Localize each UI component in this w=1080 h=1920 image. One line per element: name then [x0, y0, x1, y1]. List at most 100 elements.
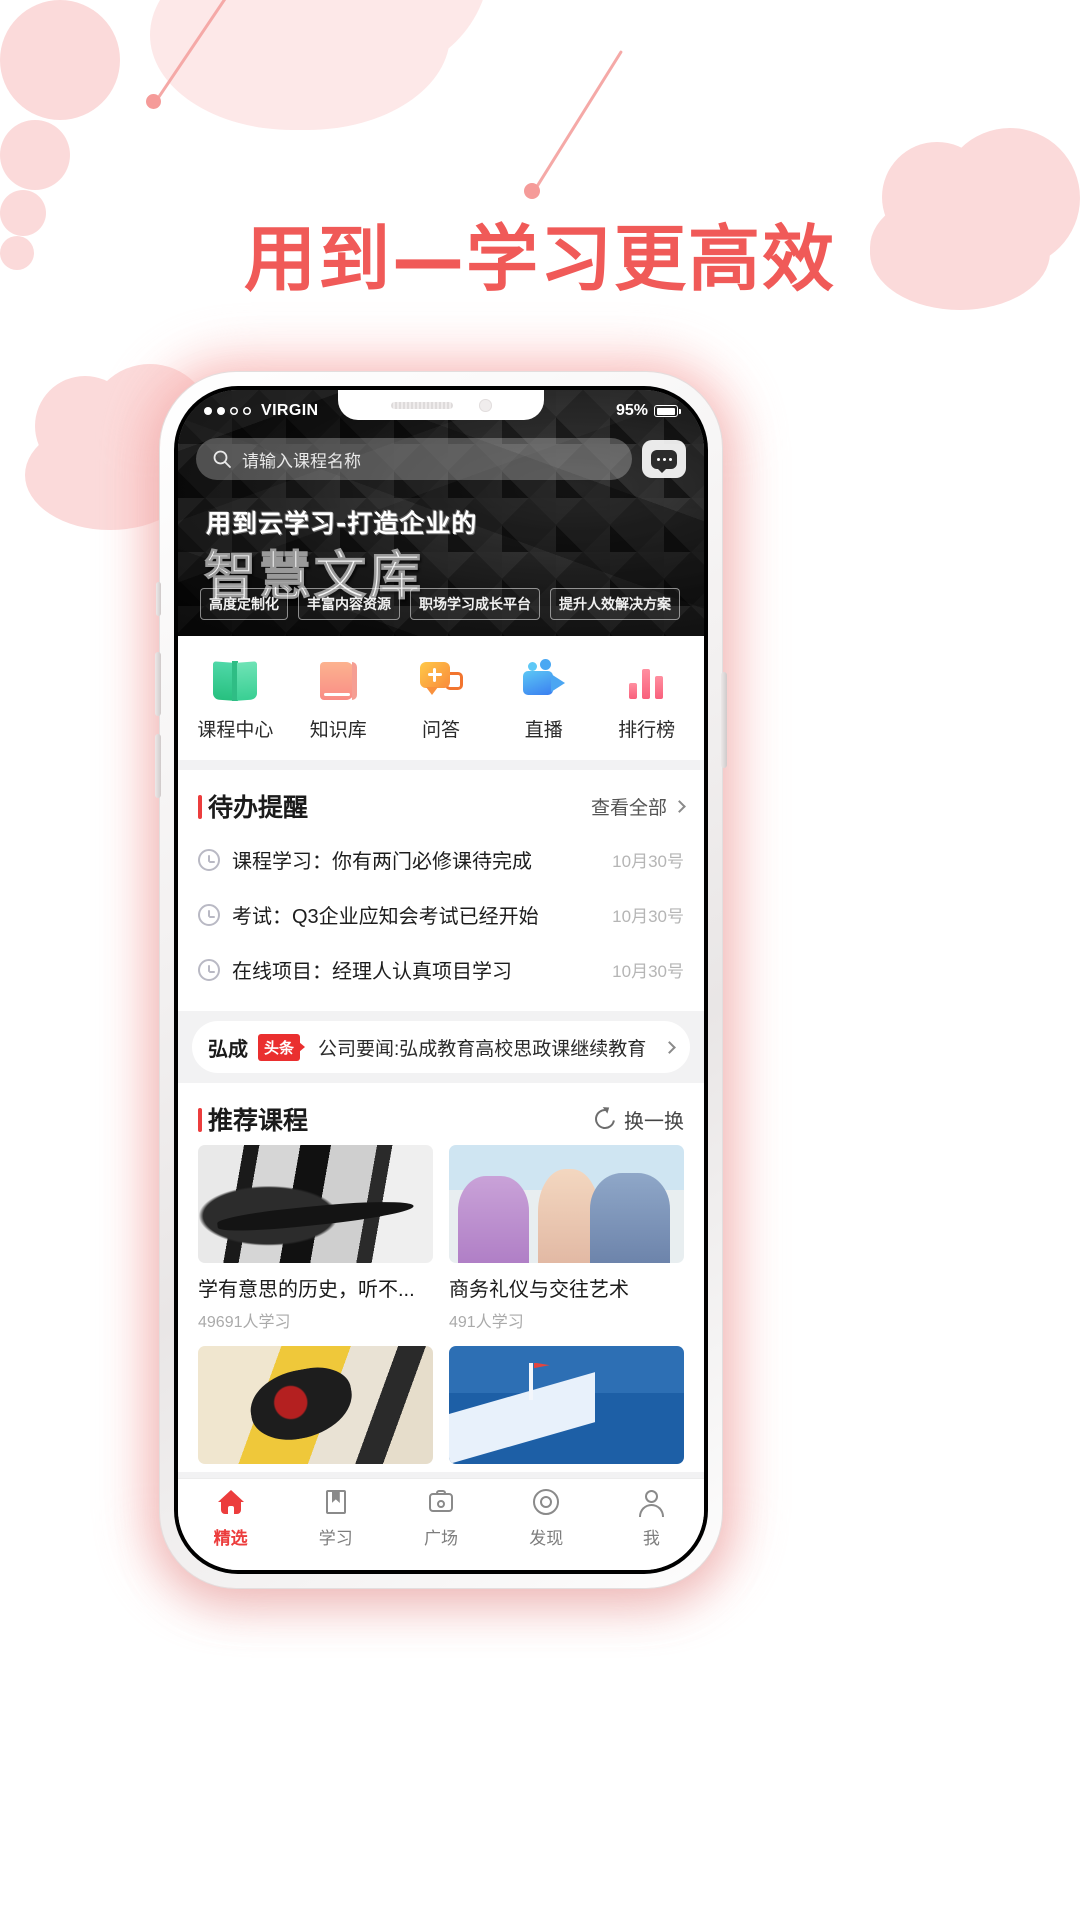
tab-label: 我	[642, 1529, 660, 1548]
quick-nav-row: 课程中心 知识库 问答 直播 排行榜	[178, 636, 704, 760]
home-icon	[216, 1487, 246, 1517]
earpiece-speaker	[390, 401, 453, 409]
todo-item[interactable]: 考试：Q3企业应知会考试已经开始 10月30号	[198, 887, 684, 942]
person-icon	[636, 1487, 666, 1517]
accent-line-2	[533, 50, 623, 192]
battery-percentage: 95%	[615, 402, 648, 419]
front-camera	[478, 398, 492, 412]
phone-notch	[338, 390, 544, 420]
clock-icon	[198, 848, 220, 871]
course-card[interactable]: 学有意思的历史，听不... 49691人学习	[198, 1145, 433, 1332]
search-placeholder: 请输入课程名称	[242, 451, 361, 471]
banner-tag: 职场学习成长平台	[410, 588, 540, 620]
signal-dot-empty-2	[243, 407, 251, 415]
course-card[interactable]	[449, 1346, 684, 1464]
compass-icon	[531, 1487, 561, 1517]
course-learners: 49691人学习	[198, 1314, 291, 1331]
banner-tag: 丰富内容资源	[298, 588, 400, 620]
open-book-icon	[211, 658, 259, 704]
todo-header: 待办提醒 查看全部	[198, 770, 686, 832]
tab-discover[interactable]: 发现	[494, 1487, 599, 1570]
tab-label: 精选	[213, 1529, 248, 1548]
clock-icon	[198, 903, 220, 926]
accent-line-1	[155, 0, 242, 102]
book-icon	[321, 1487, 351, 1517]
message-bubble-icon	[651, 449, 677, 473]
signal-dot-empty-1	[230, 407, 238, 415]
signal-dot-filled-1	[204, 407, 212, 415]
quick-nav-label: 知识库	[309, 720, 367, 741]
news-badge: 头条	[258, 1033, 301, 1061]
clock-icon	[198, 958, 220, 981]
closed-book-icon	[314, 658, 362, 704]
recommend-header: 推荐课程 换一换	[198, 1083, 684, 1145]
chevron-right-icon	[663, 1040, 676, 1054]
banner-tag: 高度定制化	[200, 588, 288, 620]
chevron-right-icon	[673, 799, 686, 813]
course-name: 商务礼仪与交往艺术	[449, 1279, 629, 1301]
todo-item-text: 课程学习：你有两门必修课待完成	[232, 851, 532, 873]
phone-volume-down-button	[155, 734, 161, 798]
message-button[interactable]	[642, 440, 686, 478]
todo-title: 待办提醒	[198, 788, 308, 824]
quick-nav-item-qa[interactable]: 问答	[390, 658, 493, 742]
todo-item[interactable]: 在线项目：经理人认真项目学习 10月30号	[198, 942, 684, 997]
page-title: 用到—学习更高效	[243, 217, 836, 301]
quick-nav-item-course-center[interactable]: 课程中心	[184, 658, 287, 742]
todo-item-text: 在线项目：经理人认真项目学习	[232, 961, 512, 983]
news-strip-wrap: 弘成 头条 公司要闻:弘成教育高校思政课继续教育	[178, 1011, 704, 1083]
todo-item[interactable]: 课程学习：你有两门必修课待完成 10月30号	[198, 832, 684, 887]
accent-dot-2	[524, 183, 540, 199]
banner-tag: 提升人效解决方案	[550, 588, 680, 620]
course-thumbnail	[449, 1346, 684, 1464]
course-name: 学有意思的历史，听不...	[198, 1279, 415, 1301]
battery-icon	[654, 405, 681, 417]
refresh-label: 换一换	[624, 1110, 684, 1133]
signal-dot-filled-2	[217, 407, 225, 415]
news-strip[interactable]: 弘成 头条 公司要闻:弘成教育高校思政课继续教育	[192, 1021, 690, 1073]
course-card[interactable]: 商务礼仪与交往艺术 491人学习	[449, 1145, 684, 1332]
phone-power-button	[721, 672, 727, 768]
phone-volume-up-button	[155, 652, 161, 716]
banner-tag-row: 高度定制化 丰富内容资源 职场学习成长平台 提升人效解决方案	[200, 588, 692, 620]
recommend-section: 推荐课程 换一换 学有意思的历史，听不... 49691人学习 商务礼仪与交往艺…	[178, 1083, 704, 1472]
refresh-button[interactable]: 换一换	[591, 1105, 684, 1134]
tab-me[interactable]: 我	[599, 1487, 704, 1570]
course-card[interactable]	[198, 1346, 433, 1464]
todo-item-date: 10月30号	[612, 907, 684, 926]
todo-view-all-label: 查看全部	[590, 797, 667, 819]
quick-nav-item-ranking[interactable]: 排行榜	[595, 658, 698, 742]
cloud-shape-top	[150, 0, 490, 130]
refresh-icon	[591, 1105, 619, 1133]
tab-study[interactable]: 学习	[283, 1487, 388, 1570]
todo-section: 待办提醒 查看全部 课程学习：你有两门必修课待完成 10月30号 考试：Q3企业…	[178, 770, 704, 1011]
quick-nav-label: 问答	[421, 720, 460, 741]
camera-icon	[426, 1487, 456, 1517]
question-bubble-icon	[417, 658, 465, 704]
bar-chart-icon	[623, 658, 671, 704]
accent-dot-1	[146, 94, 161, 109]
quick-nav-item-knowledge-base[interactable]: 知识库	[287, 658, 390, 742]
recommend-title: 推荐课程	[198, 1101, 308, 1137]
tab-label: 发现	[529, 1529, 564, 1548]
tab-label: 广场	[424, 1529, 458, 1548]
carrier-name: VIRGIN	[261, 402, 319, 419]
quick-nav-label: 直播	[524, 720, 563, 741]
search-input[interactable]: 请输入课程名称	[196, 438, 632, 480]
quick-nav-item-live[interactable]: 直播	[492, 658, 595, 742]
phone-screen: VIRGIN 95% 请输入课程名称 用到云学习-打造企业的 智慧文库 高度定制…	[178, 390, 704, 1570]
search-row: 请输入课程名称	[178, 438, 704, 480]
course-grid: 学有意思的历史，听不... 49691人学习 商务礼仪与交往艺术 491人学习	[198, 1145, 684, 1472]
news-brand: 弘成	[208, 1038, 248, 1061]
todo-view-all-button[interactable]: 查看全部	[590, 793, 686, 820]
todo-item-date: 10月30号	[612, 962, 684, 981]
quick-nav-label: 排行榜	[618, 720, 676, 741]
blob-left-1	[0, 120, 70, 190]
todo-item-text: 考试：Q3企业应知会考试已经开始	[232, 906, 539, 928]
section-divider	[178, 760, 704, 770]
status-bar-left: VIRGIN	[204, 402, 319, 420]
quick-nav-label: 课程中心	[197, 720, 274, 741]
tab-square[interactable]: 广场	[388, 1487, 493, 1570]
video-camera-icon	[520, 658, 568, 704]
tab-featured[interactable]: 精选	[178, 1487, 283, 1570]
